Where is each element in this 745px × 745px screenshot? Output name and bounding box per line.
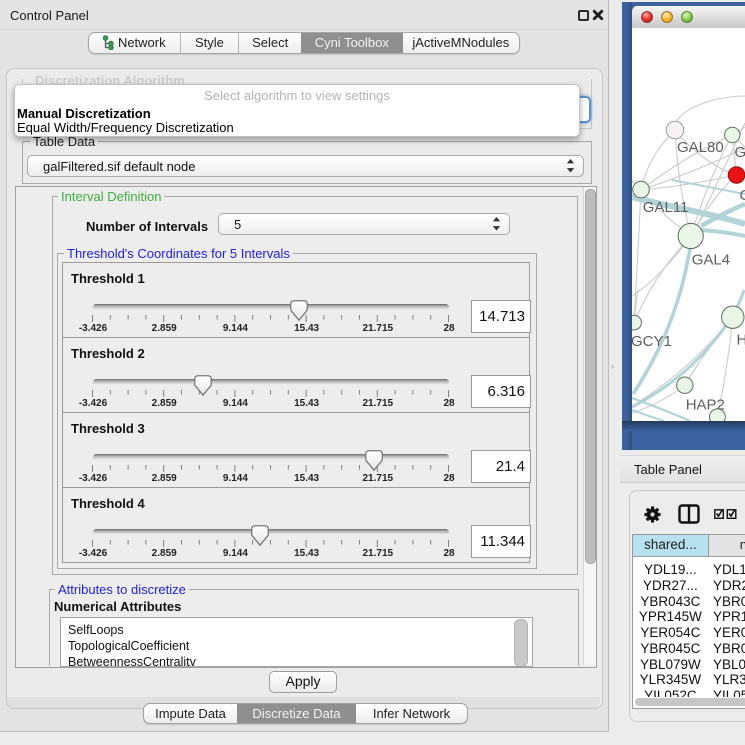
svg-text:CA..: CA..	[740, 187, 745, 204]
svg-text:GAL..: GAL..	[735, 144, 745, 161]
svg-text:GCY1: GCY1	[632, 333, 672, 350]
svg-text:GAL80: GAL80	[677, 139, 724, 156]
svg-text:HI..: HI..	[737, 332, 745, 349]
svg-text:GAL4: GAL4	[692, 252, 730, 269]
svg-text:GAL11: GAL11	[643, 199, 689, 216]
svg-text:HAP2: HAP2	[686, 397, 725, 414]
